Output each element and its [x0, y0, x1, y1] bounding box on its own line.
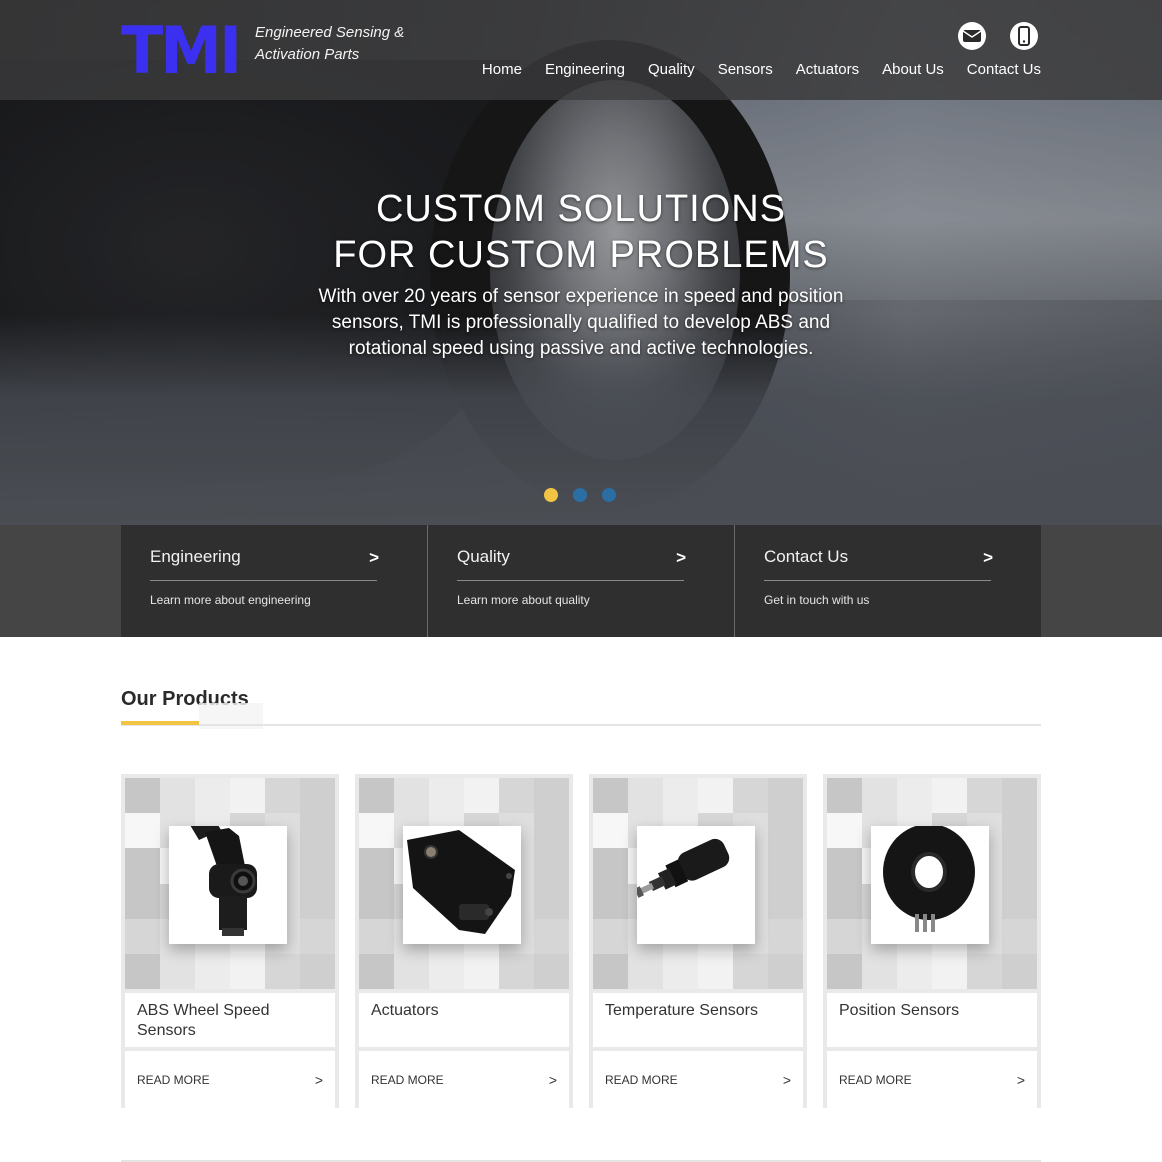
read-more-label: READ MORE [137, 1073, 210, 1087]
phone-icon[interactable] [1010, 22, 1038, 50]
product-image-frame [593, 778, 803, 989]
nav-quality[interactable]: Quality [648, 61, 695, 78]
chevron-right-icon: > [1016, 1072, 1025, 1088]
chevron-right-icon[interactable]: > [369, 548, 379, 568]
product-name: Position Sensors [827, 993, 1037, 1047]
product-image-frame [125, 778, 335, 989]
hero-title-line-2: FOR CUSTOM PROBLEMS [333, 234, 829, 276]
product-grid: ABS Wheel Speed Sensors READ MORE > Actu… [121, 774, 1041, 1109]
hero-title-line-1: CUSTOM SOLUTIONS [375, 188, 787, 230]
feature-quality-header: Quality > [457, 547, 686, 581]
feature-quality[interactable]: Quality > Learn more about quality [428, 525, 735, 637]
feature-engineering-description: Learn more about engineering [150, 593, 311, 607]
carousel-dot-2[interactable] [573, 488, 587, 502]
hero-text: CUSTOM SOLUTIONS FOR CUSTOM PROBLEMS Wit… [281, 186, 881, 362]
temperature-sensor-image[interactable] [637, 826, 755, 944]
hero-title: CUSTOM SOLUTIONS FOR CUSTOM PROBLEMS [281, 186, 881, 278]
product-name: ABS Wheel Speed Sensors [125, 993, 335, 1047]
actuator-image[interactable] [403, 826, 521, 944]
carousel-dot-3[interactable] [602, 488, 616, 502]
read-more-label: READ MORE [371, 1073, 444, 1087]
nav-about-us[interactable]: About Us [882, 61, 944, 78]
nav-engineering[interactable]: Engineering [545, 61, 625, 78]
feature-strip: Engineering > Learn more about engineeri… [121, 525, 1041, 637]
top-bar: TMI Engineered Sensing & Activation Part… [0, 0, 1162, 100]
position-sensor-image[interactable] [871, 826, 989, 944]
carousel-dot-1[interactable] [544, 488, 558, 502]
product-card-position-sensors[interactable]: Position Sensors READ MORE > [823, 774, 1041, 1109]
header-icons [958, 22, 1038, 50]
read-more-label: READ MORE [839, 1073, 912, 1087]
chevron-right-icon: > [314, 1072, 323, 1088]
chevron-right-icon: > [782, 1072, 791, 1088]
abs-wheel-speed-sensor-image[interactable] [169, 826, 287, 944]
nav-contact-us[interactable]: Contact Us [967, 61, 1041, 78]
read-more-button[interactable]: READ MORE > [827, 1051, 1037, 1109]
product-name: Actuators [359, 993, 569, 1047]
read-more-button[interactable]: READ MORE > [359, 1051, 569, 1109]
section-divider [121, 724, 1041, 726]
read-more-button[interactable]: READ MORE > [125, 1051, 335, 1109]
hero-banner: TMI Engineered Sensing & Activation Part… [0, 0, 1162, 525]
feature-engineering-title: Engineering [150, 547, 241, 566]
read-more-label: READ MORE [605, 1073, 678, 1087]
tagline-line-1: Engineered Sensing & [255, 24, 405, 41]
product-image-frame [827, 778, 1037, 989]
tagline: Engineered Sensing & Activation Parts [255, 22, 404, 66]
feature-quality-description: Learn more about quality [457, 593, 590, 607]
product-card-actuators[interactable]: Actuators READ MORE > [355, 774, 573, 1109]
product-name: Temperature Sensors [593, 993, 803, 1047]
feature-contact-us[interactable]: Contact Us > Get in touch with us [735, 525, 1041, 637]
chevron-right-icon[interactable]: > [983, 548, 993, 568]
nav-actuators[interactable]: Actuators [796, 61, 859, 78]
product-card-abs-wheel-speed-sensors[interactable]: ABS Wheel Speed Sensors READ MORE > [121, 774, 339, 1109]
main-nav: Home Engineering Quality Sensors Actuato… [482, 61, 1041, 78]
feature-contact-us-title: Contact Us [764, 547, 849, 566]
section-title-accent [121, 721, 199, 725]
feature-contact-us-header: Contact Us > [764, 547, 993, 581]
nav-home[interactable]: Home [482, 61, 522, 78]
feature-engineering[interactable]: Engineering > Learn more about engineeri… [121, 525, 428, 637]
tagline-line-2: Activation Parts [255, 46, 360, 63]
carousel-dots [544, 488, 616, 502]
feature-contact-us-description: Get in touch with us [764, 593, 870, 607]
feature-quality-title: Quality [457, 547, 510, 566]
product-card-temperature-sensors[interactable]: Temperature Sensors READ MORE > [589, 774, 807, 1109]
chevron-right-icon[interactable]: > [676, 548, 686, 568]
nav-sensors[interactable]: Sensors [718, 61, 773, 78]
product-image-frame [359, 778, 569, 989]
hero-subtitle: With over 20 years of sensor experience … [318, 286, 844, 359]
email-icon[interactable] [958, 22, 986, 50]
read-more-button[interactable]: READ MORE > [593, 1051, 803, 1109]
chevron-right-icon: > [548, 1072, 557, 1088]
logo[interactable]: TMI [121, 18, 247, 83]
feature-engineering-header: Engineering > [150, 547, 379, 581]
